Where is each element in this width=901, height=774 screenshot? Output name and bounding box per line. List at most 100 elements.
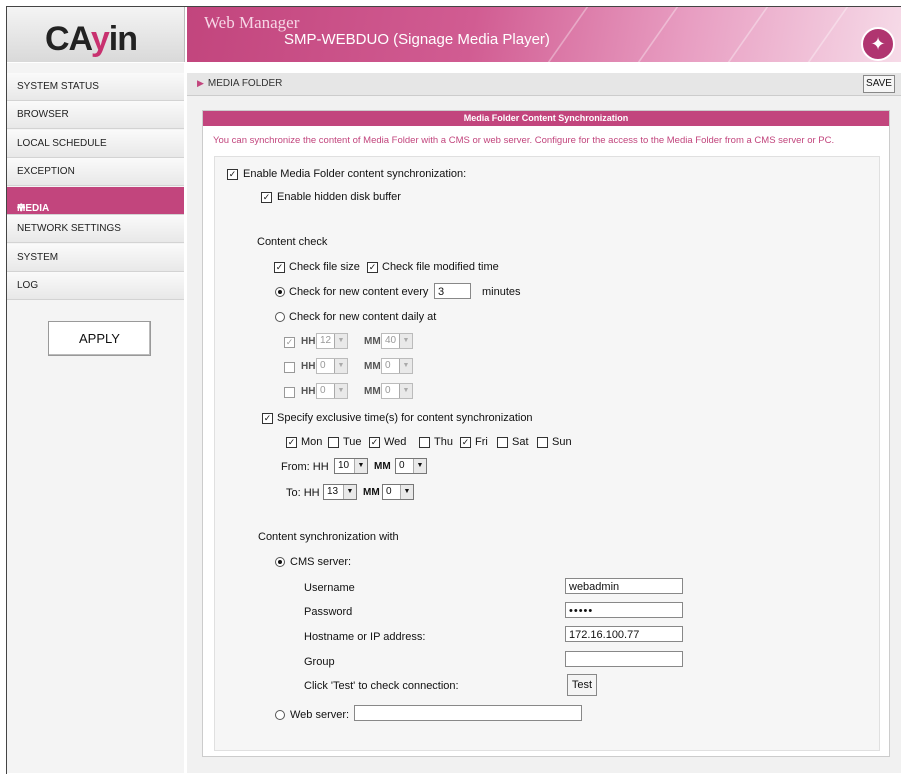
- daily-time-3-checkbox[interactable]: [284, 387, 295, 398]
- panel-title: Media Folder Content Synchronization: [203, 111, 889, 126]
- day-mon-checkbox[interactable]: ✓: [286, 437, 297, 448]
- password-label: Password: [304, 606, 353, 618]
- to-minute-select[interactable]: 0 ▼: [382, 484, 414, 500]
- day-wed-checkbox[interactable]: ✓: [369, 437, 380, 448]
- from-minute-label: MM: [374, 461, 391, 472]
- sidebar-item-browser[interactable]: BROWSER: [7, 101, 184, 129]
- settings-form: ✓ Enable Media Folder content synchroniz…: [214, 156, 880, 751]
- from-hour-select[interactable]: 10 ▼: [334, 458, 368, 474]
- sidebar-item-system[interactable]: SYSTEM: [7, 244, 184, 272]
- day-wed-label: Wed: [384, 436, 407, 448]
- cayin-logo: CAyin: [45, 20, 138, 58]
- panel-description: You can synchronize the content of Media…: [213, 135, 835, 146]
- exclusive-time-checkbox[interactable]: ✓: [262, 413, 273, 424]
- save-button[interactable]: SAVE: [863, 75, 895, 93]
- exclusive-time-label: Specify exclusive time(s) for content sy…: [277, 412, 533, 424]
- app-title: Web Manager: [204, 13, 300, 32]
- day-thu-checkbox[interactable]: [419, 437, 430, 448]
- sidebar: SYSTEM STATUS BROWSER LOCAL SCHEDULE EXC…: [7, 63, 184, 773]
- day-sat-checkbox[interactable]: [497, 437, 508, 448]
- chevron-down-icon: ▼: [400, 485, 413, 499]
- content-check-heading: Content check: [257, 236, 328, 248]
- chevron-down-icon: ▼: [413, 459, 426, 473]
- check-daily-radio[interactable]: [275, 312, 285, 322]
- sidebar-item-media-folder[interactable]: ✣ MEDIA FOLDER: [7, 187, 184, 225]
- to-hour-label: To: HH: [286, 487, 320, 499]
- group-label: Group: [304, 656, 335, 668]
- file-size-checkbox[interactable]: ✓: [274, 262, 285, 273]
- triangle-right-icon: ▶: [197, 78, 204, 88]
- day-tue-label: Tue: [343, 436, 362, 448]
- day-fri-checkbox[interactable]: ✓: [460, 437, 471, 448]
- day-thu-label: Thu: [434, 436, 453, 448]
- daily-time-2-minute-select[interactable]: 0 ▼: [381, 358, 413, 374]
- enable-sync-checkbox[interactable]: ✓: [227, 169, 238, 180]
- daily-time-1-checkbox[interactable]: ✓: [284, 337, 295, 348]
- sync-with-heading: Content synchronization with: [258, 531, 399, 543]
- file-size-label: Check file size: [289, 261, 360, 273]
- test-button[interactable]: Test: [567, 674, 597, 696]
- cms-server-label: CMS server:: [290, 556, 352, 568]
- daily-time-1-minute-select[interactable]: 40 ▼: [381, 333, 413, 349]
- check-daily-label: Check for new content daily at: [289, 311, 437, 323]
- sidebar-item-log[interactable]: LOG: [7, 272, 184, 300]
- cms-server-radio[interactable]: [275, 557, 285, 567]
- hh-label: HH: [301, 361, 316, 372]
- daily-time-3-minute-select[interactable]: 0 ▼: [381, 383, 413, 399]
- from-hour-label: From: HH: [281, 461, 329, 473]
- chevron-down-icon: ▼: [354, 459, 367, 473]
- test-connection-label: Click 'Test' to check connection:: [304, 680, 459, 692]
- magic-wand-icon[interactable]: ✦: [861, 27, 895, 61]
- to-minute-label: MM: [363, 487, 380, 498]
- daily-time-3-hour-select[interactable]: 0 ▼: [316, 383, 348, 399]
- chevron-down-icon: ▼: [334, 334, 347, 348]
- apply-button[interactable]: APPLY: [48, 321, 151, 356]
- mm-label: MM: [364, 386, 381, 397]
- day-sun-checkbox[interactable]: [537, 437, 548, 448]
- password-input[interactable]: •••••: [565, 602, 683, 618]
- modified-time-checkbox[interactable]: ✓: [367, 262, 378, 273]
- chevron-down-icon: ▼: [334, 384, 347, 398]
- breadcrumb: ▶ MEDIA FOLDER: [197, 78, 283, 89]
- from-minute-select[interactable]: 0 ▼: [395, 458, 427, 474]
- modified-time-label: Check file modified time: [382, 261, 499, 273]
- check-every-label: Check for new content every: [289, 286, 429, 298]
- day-fri-label: Fri: [475, 436, 488, 448]
- day-sat-label: Sat: [512, 436, 529, 448]
- mm-label: MM: [364, 336, 381, 347]
- check-interval-input[interactable]: 3: [434, 283, 471, 299]
- hostname-input[interactable]: 172.16.100.77: [565, 626, 683, 642]
- day-tue-checkbox[interactable]: [328, 437, 339, 448]
- logo-area: CAyin: [7, 7, 185, 62]
- to-hour-select[interactable]: 13 ▼: [323, 484, 357, 500]
- minutes-label: minutes: [482, 286, 521, 298]
- daily-time-2-checkbox[interactable]: [284, 362, 295, 373]
- header-banner: Web Manager SMP-WEBDUO (Signage Media Pl…: [187, 7, 901, 62]
- web-server-label: Web server:: [290, 709, 350, 721]
- chevron-down-icon: ▼: [343, 485, 356, 499]
- sidebar-item-exception[interactable]: EXCEPTION: [7, 158, 184, 186]
- hidden-buffer-checkbox[interactable]: ✓: [261, 192, 272, 203]
- hidden-buffer-label: Enable hidden disk buffer: [277, 191, 401, 203]
- sidebar-item-system-status[interactable]: SYSTEM STATUS: [7, 73, 184, 101]
- web-server-radio[interactable]: [275, 710, 285, 720]
- username-input[interactable]: webadmin: [565, 578, 683, 594]
- chevron-down-icon: ▼: [334, 359, 347, 373]
- group-input[interactable]: [565, 651, 683, 667]
- chevron-down-icon: ▼: [399, 384, 412, 398]
- day-mon-label: Mon: [301, 436, 323, 448]
- day-sun-label: Sun: [552, 436, 572, 448]
- chevron-down-icon: ▼: [399, 359, 412, 373]
- daily-time-1-hour-select[interactable]: 12 ▼: [316, 333, 348, 349]
- sidebar-item-local-schedule[interactable]: LOCAL SCHEDULE: [7, 130, 184, 158]
- sidebar-item-network-settings[interactable]: NETWORK SETTINGS: [7, 215, 184, 243]
- check-every-radio[interactable]: [275, 287, 285, 297]
- web-server-input[interactable]: [354, 705, 582, 721]
- username-label: Username: [304, 582, 355, 594]
- media-folder-panel: Media Folder Content Synchronization You…: [202, 110, 890, 757]
- enable-sync-label: Enable Media Folder content synchronizat…: [243, 168, 467, 180]
- hh-label: HH: [301, 336, 316, 347]
- daily-time-2-hour-select[interactable]: 0 ▼: [316, 358, 348, 374]
- chevron-down-icon: ▼: [399, 334, 412, 348]
- device-name: SMP-WEBDUO (Signage Media Player): [284, 31, 550, 48]
